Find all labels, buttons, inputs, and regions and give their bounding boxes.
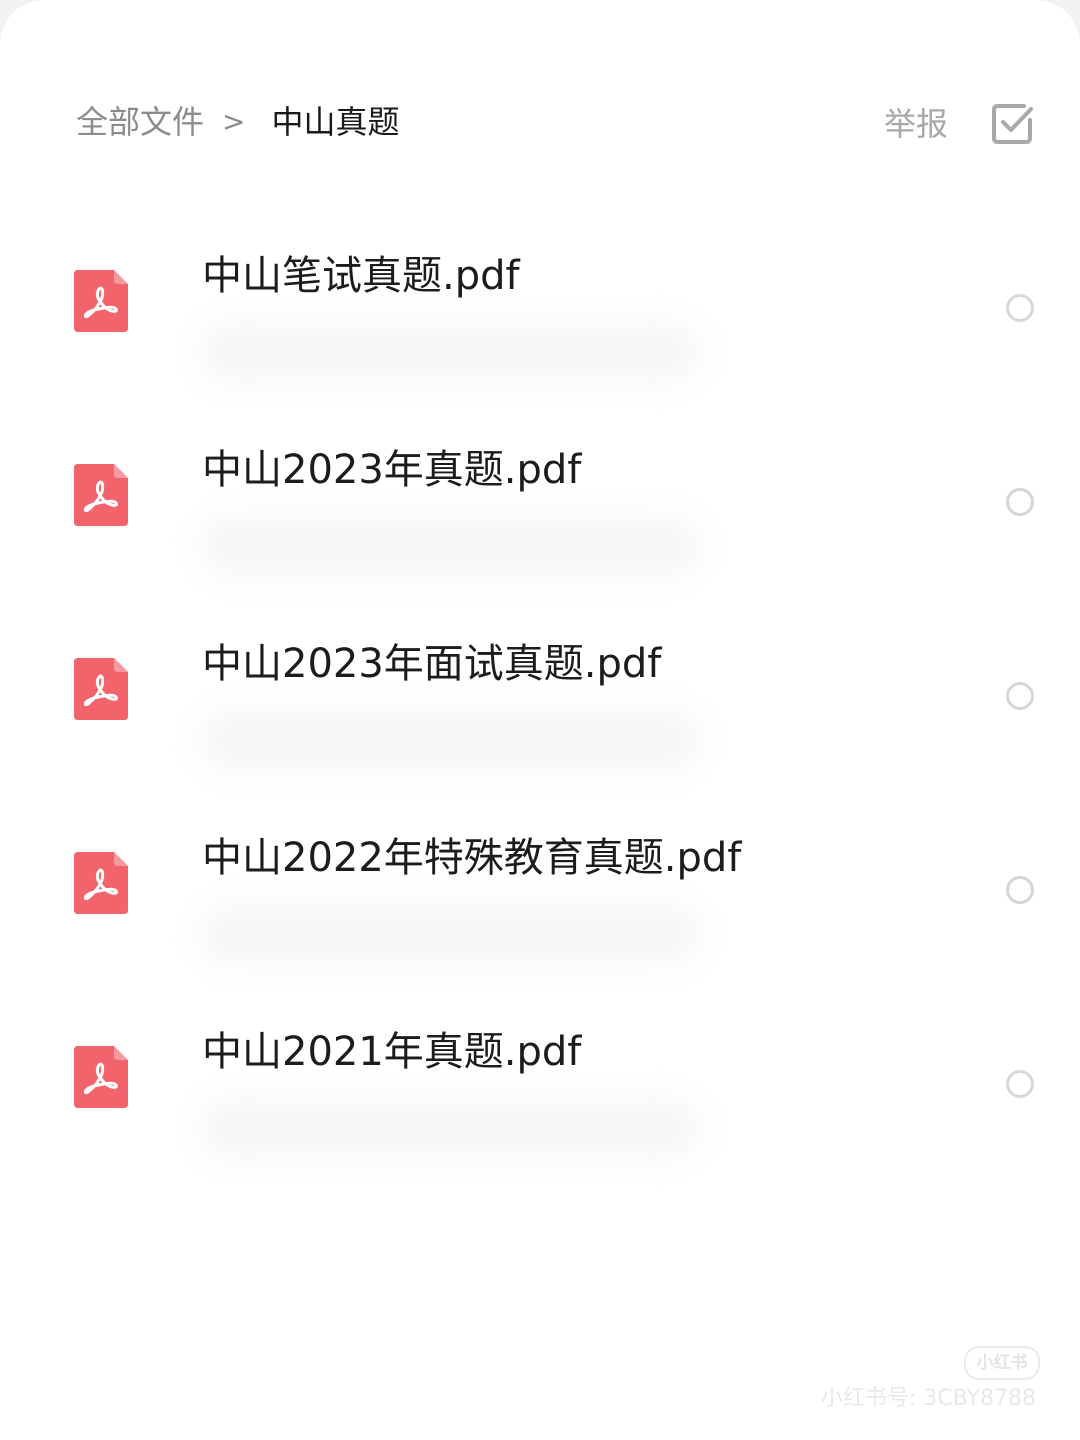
select-radio[interactable] xyxy=(1006,876,1034,904)
file-row[interactable]: 中山笔试真题.pdf xyxy=(0,214,1080,408)
header-bar: 全部文件 > 中山真题 举报 xyxy=(0,88,1080,158)
pdf-icon xyxy=(74,270,128,332)
pdf-icon xyxy=(74,658,128,720)
file-name: 中山2021年真题.pdf xyxy=(202,1029,582,1075)
file-row[interactable]: 中山2023年真题.pdf xyxy=(0,408,1080,602)
breadcrumb: 全部文件 > 中山真题 xyxy=(76,100,400,144)
pdf-icon xyxy=(74,852,128,914)
report-button[interactable]: 举报 xyxy=(884,102,948,146)
file-name: 中山2023年面试真题.pdf xyxy=(202,641,662,687)
file-list: 中山笔试真题.pdf 中山2023年真题.pdf 中山2023年面试真题.pdf… xyxy=(0,214,1080,1184)
file-browser-sheet: 全部文件 > 中山真题 举报 中山笔试真题.pdf 中山2023年真题.pdf … xyxy=(0,0,1080,1440)
file-name: 中山2023年真题.pdf xyxy=(202,447,582,493)
select-radio[interactable] xyxy=(1006,488,1034,516)
watermark-user-id: 小红书号: 3CBY8788 xyxy=(820,1386,1036,1411)
breadcrumb-current-folder: 中山真题 xyxy=(271,103,400,141)
file-name: 中山2022年特殊教育真题.pdf xyxy=(202,835,742,881)
file-meta-obscured xyxy=(200,904,700,964)
select-radio[interactable] xyxy=(1006,1070,1034,1098)
breadcrumb-separator: > xyxy=(222,105,246,138)
file-meta-obscured xyxy=(200,1098,700,1158)
file-row[interactable]: 中山2023年面试真题.pdf xyxy=(0,602,1080,796)
select-radio[interactable] xyxy=(1006,294,1034,322)
file-name: 中山笔试真题.pdf xyxy=(202,253,520,299)
breadcrumb-root-all-files[interactable]: 全部文件 xyxy=(76,100,204,144)
file-row[interactable]: 中山2021年真题.pdf xyxy=(0,990,1080,1184)
file-meta-obscured xyxy=(200,516,700,576)
file-row[interactable]: 中山2022年特殊教育真题.pdf xyxy=(0,796,1080,990)
checkbox-checked-icon[interactable] xyxy=(990,102,1034,146)
pdf-icon xyxy=(74,1046,128,1108)
select-radio[interactable] xyxy=(1006,682,1034,710)
file-meta-obscured xyxy=(200,710,700,770)
watermark-logo: 小红书 xyxy=(964,1346,1040,1380)
file-meta-obscured xyxy=(200,322,700,382)
pdf-icon xyxy=(74,464,128,526)
